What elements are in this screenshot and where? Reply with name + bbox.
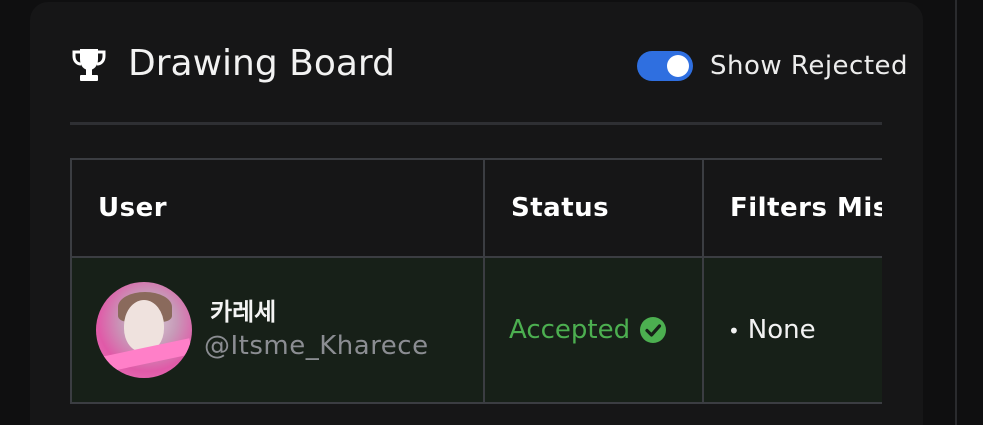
page: Drawing Board Show Rejected User Status … [0, 0, 983, 425]
header-divider [70, 122, 882, 125]
trophy-icon [72, 49, 106, 81]
drawing-board-card: Drawing Board Show Rejected User Status … [30, 2, 923, 425]
show-rejected-label: Show Rejected [710, 51, 909, 81]
filters-cell: • None [702, 256, 882, 404]
filters-missed-list: • None [728, 315, 882, 345]
column-header-filters: Filters Mis [702, 158, 882, 258]
table-row[interactable]: 카레세 @Itsme_Kharece Accepted • None [70, 256, 882, 404]
card-header: Drawing Board Show Rejected [70, 42, 908, 92]
filters-item: None [747, 315, 816, 345]
user-cell: 카레세 @Itsme_Kharece [70, 256, 485, 404]
column-header-status: Status [483, 158, 704, 258]
page-title: Drawing Board [128, 43, 395, 84]
toggle-knob [667, 55, 689, 77]
user-text: 카레세 @Itsme_Kharece [204, 296, 429, 364]
avatar[interactable] [96, 282, 192, 378]
status-cell: Accepted [483, 256, 704, 404]
panel-divider [955, 0, 957, 425]
user-handle[interactable]: @Itsme_Kharece [204, 328, 429, 364]
status-text: Accepted [509, 315, 631, 345]
status-badge: Accepted [509, 315, 701, 345]
submissions-table-container[interactable]: User Status Filters Mis 카레세 @Itsme_Khare… [70, 158, 882, 408]
bullet-icon: • [728, 318, 740, 343]
table-header-row: User Status Filters Mis [70, 158, 882, 258]
column-header-user: User [70, 158, 485, 258]
user-display-name: 카레세 [210, 298, 277, 326]
show-rejected-control: Show Rejected [637, 51, 908, 81]
submissions-table: User Status Filters Mis 카레세 @Itsme_Khare… [70, 158, 882, 404]
show-rejected-toggle[interactable] [637, 51, 693, 81]
check-circle-icon [640, 317, 667, 343]
